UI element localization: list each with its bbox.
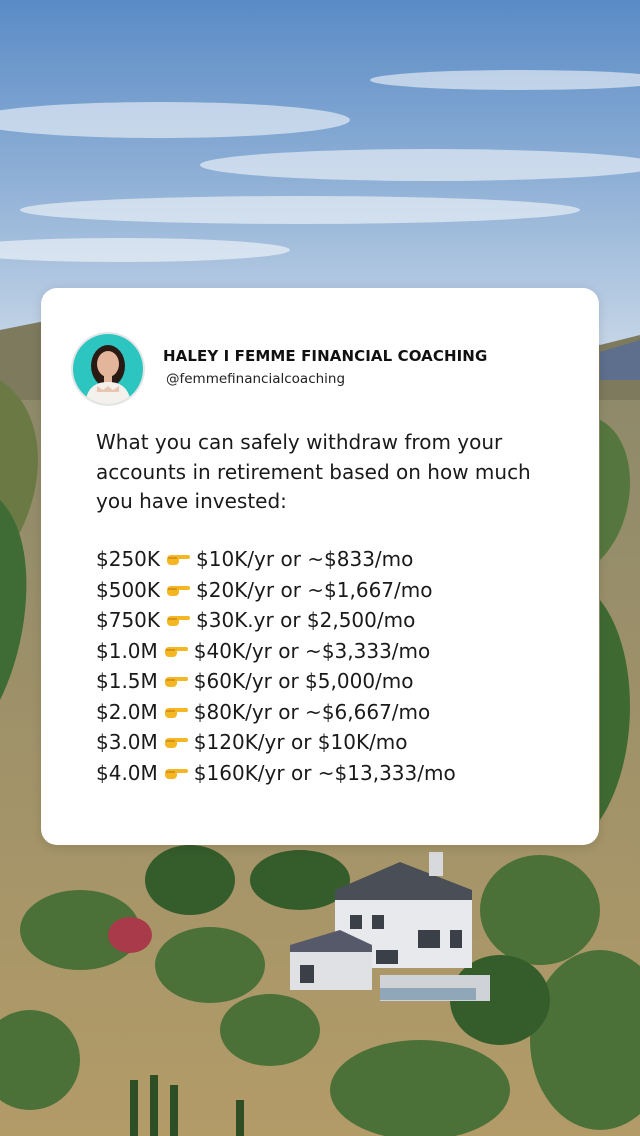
withdrawal-amount: $60K/yr or $5,000/mo — [193, 669, 414, 693]
pointing-right-hand-icon — [164, 768, 188, 779]
pointing-right-hand-icon — [167, 616, 191, 627]
author-handle[interactable]: @femmefinancialcoaching — [166, 371, 345, 387]
invested-amount: $4.0M — [96, 760, 158, 785]
withdrawal-amount: $40K/yr or ~$3,333/mo — [193, 638, 431, 663]
list-item: $3.0M $120K/yr or $10K/mo — [96, 727, 576, 758]
withdrawal-list: $250K $10K/yr or ~$833/mo $500K $20K/yr … — [96, 544, 576, 788]
list-item: $1.0M $40K/yr or ~$3,333/mo — [96, 636, 576, 667]
pointing-right-hand-icon — [167, 555, 191, 566]
list-item: $4.0M $160K/yr or ~$13,333/mo — [96, 758, 576, 789]
author-name[interactable]: HALEY I FEMME FINANCIAL COACHING — [163, 347, 583, 365]
withdrawal-amount: $20K/yr or ~$1,667/mo — [196, 577, 433, 602]
pointing-right-hand-icon — [164, 646, 188, 657]
invested-amount: $750K — [96, 608, 161, 632]
pointing-right-hand-icon — [164, 738, 188, 749]
withdrawal-amount: $30K.yr or $2,500/mo — [196, 608, 416, 632]
invested-amount: $3.0M — [96, 730, 158, 754]
post-intro-text: What you can safely withdraw from your a… — [96, 430, 531, 513]
list-item: $500K $20K/yr or ~$1,667/mo — [96, 575, 576, 606]
pointing-right-hand-icon — [167, 585, 191, 596]
list-item: $250K $10K/yr or ~$833/mo — [96, 544, 576, 575]
profile-avatar[interactable] — [73, 334, 143, 404]
withdrawal-amount: $80K/yr or ~$6,667/mo — [193, 699, 431, 724]
list-item: $2.0M $80K/yr or ~$6,667/mo — [96, 697, 576, 728]
withdrawal-amount: $160K/yr or ~$13,333/mo — [193, 760, 456, 785]
invested-amount: $500K — [96, 577, 161, 602]
withdrawal-amount: $120K/yr or $10K/mo — [193, 730, 408, 754]
pointing-right-hand-icon — [164, 707, 188, 718]
list-item: $750K $30K.yr or $2,500/mo — [96, 605, 576, 636]
withdrawal-amount: $10K/yr or ~$833/mo — [196, 547, 414, 571]
list-item: $1.5M $60K/yr or $5,000/mo — [96, 666, 576, 697]
pointing-right-hand-icon — [164, 677, 188, 688]
invested-amount: $1.0M — [96, 638, 158, 663]
invested-amount: $2.0M — [96, 699, 158, 724]
invested-amount: $1.5M — [96, 669, 158, 693]
invested-amount: $250K — [96, 547, 161, 571]
